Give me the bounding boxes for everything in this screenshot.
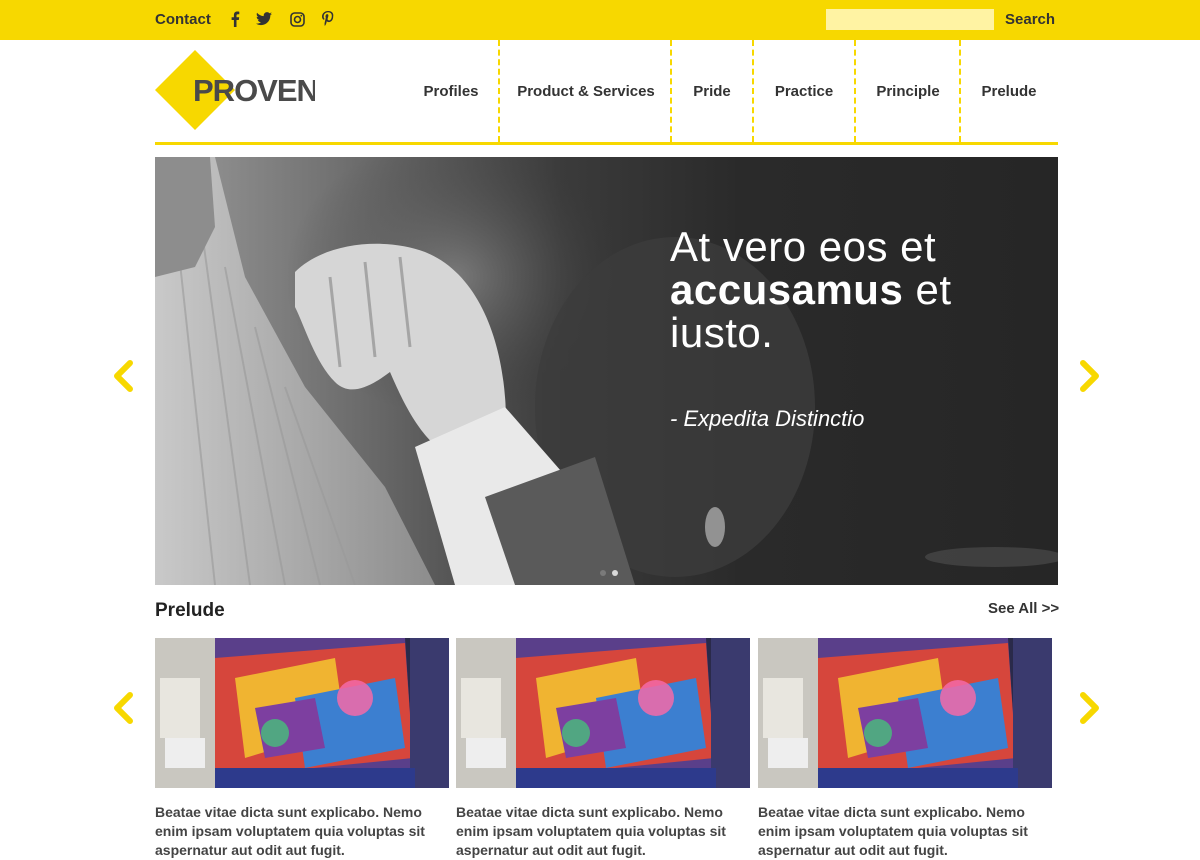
see-all-link[interactable]: See All >> <box>988 600 1059 617</box>
hero-quote-line: At vero eos et <box>670 223 937 270</box>
nav-pride[interactable]: Pride <box>686 40 738 142</box>
slide-indicator <box>600 570 620 580</box>
hero-next-arrow[interactable] <box>1077 358 1103 394</box>
nav-profiles[interactable]: Profiles <box>420 40 482 142</box>
nav-prelude[interactable]: Prelude <box>978 40 1040 142</box>
prelude-card-image[interactable] <box>758 638 1052 788</box>
nav-practice[interactable]: Practice <box>770 40 838 142</box>
contact-link[interactable]: Contact <box>155 11 211 28</box>
prelude-next-arrow[interactable] <box>1077 690 1103 726</box>
nav-divider <box>752 40 754 142</box>
nav-product-services[interactable]: Product & Services <box>516 40 656 142</box>
slide-dot-active[interactable] <box>612 570 618 576</box>
prelude-prev-arrow[interactable] <box>110 690 136 726</box>
logo-wordmark: PROVEN <box>193 73 315 108</box>
twitter-icon[interactable] <box>256 11 272 27</box>
search-button[interactable]: Search <box>1005 11 1055 28</box>
hero-quote-line: et <box>903 266 952 313</box>
section-title: Prelude <box>155 600 225 621</box>
prelude-card-text[interactable]: Beatae vitae dicta sunt explicabo. Nemo … <box>155 803 445 860</box>
nav-principle[interactable]: Principle <box>872 40 944 142</box>
nav-divider <box>959 40 961 142</box>
slide-dot[interactable] <box>600 570 606 576</box>
search-input[interactable] <box>826 9 994 30</box>
hero-quote: At vero eos et accusamus et iusto. <box>670 225 1030 354</box>
instagram-icon[interactable] <box>289 11 305 27</box>
hero-slide-image: At vero eos et accusamus et iusto. - Exp… <box>155 157 1058 585</box>
hero-prev-arrow[interactable] <box>110 358 136 394</box>
nav-divider <box>670 40 672 142</box>
prelude-card-text[interactable]: Beatae vitae dicta sunt explicabo. Nemo … <box>456 803 746 860</box>
header-divider <box>155 142 1058 145</box>
proven-logo[interactable]: PROVEN <box>155 50 319 132</box>
pinterest-icon[interactable] <box>320 11 336 27</box>
nav-divider <box>854 40 856 142</box>
nav-divider <box>498 40 500 142</box>
hero-author: - Expedita Distinctio <box>670 406 865 431</box>
facebook-icon[interactable] <box>227 11 243 27</box>
hero-quote-line: iusto. <box>670 309 774 356</box>
prelude-card-image[interactable] <box>456 638 750 788</box>
prelude-card-text[interactable]: Beatae vitae dicta sunt explicabo. Nemo … <box>758 803 1048 860</box>
prelude-card-image[interactable] <box>155 638 449 788</box>
top-bar: Contact Search <box>0 0 1200 40</box>
hero-quote-emphasis: accusamus <box>670 266 904 313</box>
